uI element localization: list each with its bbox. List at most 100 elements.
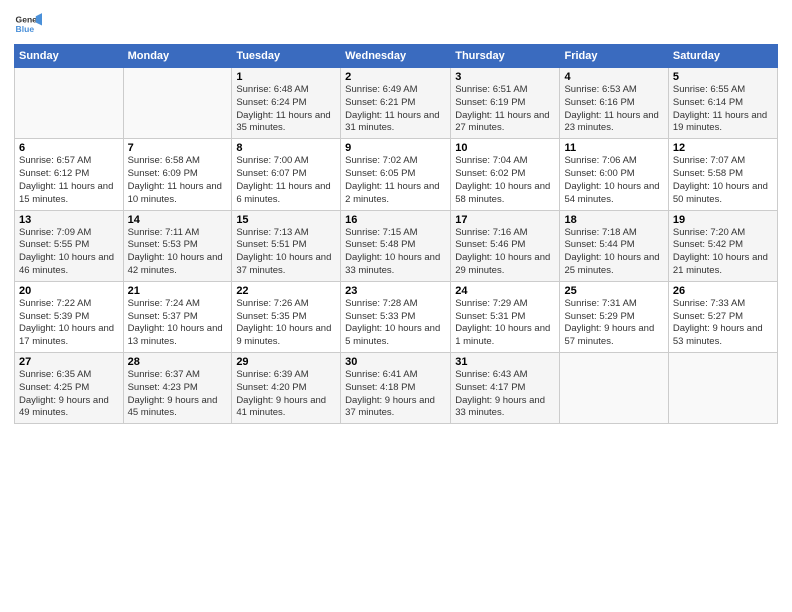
day-info: Sunrise: 6:55 AM Sunset: 6:14 PM Dayligh… xyxy=(673,84,773,135)
calendar-cell: 27Sunrise: 6:35 AM Sunset: 4:25 PM Dayli… xyxy=(15,353,124,424)
logo: General Blue xyxy=(14,10,42,38)
day-info: Sunrise: 6:58 AM Sunset: 6:09 PM Dayligh… xyxy=(128,155,228,206)
day-info: Sunrise: 7:28 AM Sunset: 5:33 PM Dayligh… xyxy=(345,298,446,349)
day-number: 4 xyxy=(564,71,663,83)
calendar-cell: 14Sunrise: 7:11 AM Sunset: 5:53 PM Dayli… xyxy=(123,210,232,281)
day-info: Sunrise: 7:31 AM Sunset: 5:29 PM Dayligh… xyxy=(564,298,663,349)
calendar-cell: 21Sunrise: 7:24 AM Sunset: 5:37 PM Dayli… xyxy=(123,281,232,352)
day-info: Sunrise: 7:16 AM Sunset: 5:46 PM Dayligh… xyxy=(455,227,555,278)
day-number: 29 xyxy=(236,356,336,368)
calendar-cell: 24Sunrise: 7:29 AM Sunset: 5:31 PM Dayli… xyxy=(451,281,560,352)
day-number: 10 xyxy=(455,142,555,154)
svg-text:Blue: Blue xyxy=(16,24,35,34)
calendar-cell xyxy=(15,68,124,139)
calendar-cell: 17Sunrise: 7:16 AM Sunset: 5:46 PM Dayli… xyxy=(451,210,560,281)
calendar-cell: 31Sunrise: 6:43 AM Sunset: 4:17 PM Dayli… xyxy=(451,353,560,424)
day-info: Sunrise: 6:48 AM Sunset: 6:24 PM Dayligh… xyxy=(236,84,336,135)
day-number: 14 xyxy=(128,214,228,226)
calendar-cell: 20Sunrise: 7:22 AM Sunset: 5:39 PM Dayli… xyxy=(15,281,124,352)
day-info: Sunrise: 7:26 AM Sunset: 5:35 PM Dayligh… xyxy=(236,298,336,349)
day-number: 1 xyxy=(236,71,336,83)
day-number: 16 xyxy=(345,214,446,226)
day-number: 20 xyxy=(19,285,119,297)
day-number: 8 xyxy=(236,142,336,154)
day-info: Sunrise: 6:49 AM Sunset: 6:21 PM Dayligh… xyxy=(345,84,446,135)
calendar-cell: 12Sunrise: 7:07 AM Sunset: 5:58 PM Dayli… xyxy=(668,139,777,210)
calendar-cell xyxy=(123,68,232,139)
day-number: 11 xyxy=(564,142,663,154)
weekday-header-friday: Friday xyxy=(560,45,668,68)
calendar-cell xyxy=(560,353,668,424)
day-info: Sunrise: 6:43 AM Sunset: 4:17 PM Dayligh… xyxy=(455,369,555,420)
day-info: Sunrise: 6:51 AM Sunset: 6:19 PM Dayligh… xyxy=(455,84,555,135)
day-info: Sunrise: 7:04 AM Sunset: 6:02 PM Dayligh… xyxy=(455,155,555,206)
day-info: Sunrise: 7:06 AM Sunset: 6:00 PM Dayligh… xyxy=(564,155,663,206)
day-number: 21 xyxy=(128,285,228,297)
weekday-header-tuesday: Tuesday xyxy=(232,45,341,68)
calendar-cell: 7Sunrise: 6:58 AM Sunset: 6:09 PM Daylig… xyxy=(123,139,232,210)
calendar-cell: 19Sunrise: 7:20 AM Sunset: 5:42 PM Dayli… xyxy=(668,210,777,281)
day-info: Sunrise: 6:57 AM Sunset: 6:12 PM Dayligh… xyxy=(19,155,119,206)
calendar-cell: 25Sunrise: 7:31 AM Sunset: 5:29 PM Dayli… xyxy=(560,281,668,352)
day-number: 24 xyxy=(455,285,555,297)
calendar-cell: 30Sunrise: 6:41 AM Sunset: 4:18 PM Dayli… xyxy=(341,353,451,424)
day-info: Sunrise: 7:29 AM Sunset: 5:31 PM Dayligh… xyxy=(455,298,555,349)
day-number: 25 xyxy=(564,285,663,297)
day-number: 22 xyxy=(236,285,336,297)
day-info: Sunrise: 6:37 AM Sunset: 4:23 PM Dayligh… xyxy=(128,369,228,420)
calendar-cell: 11Sunrise: 7:06 AM Sunset: 6:00 PM Dayli… xyxy=(560,139,668,210)
day-number: 30 xyxy=(345,356,446,368)
day-info: Sunrise: 7:22 AM Sunset: 5:39 PM Dayligh… xyxy=(19,298,119,349)
day-number: 19 xyxy=(673,214,773,226)
calendar-cell: 1Sunrise: 6:48 AM Sunset: 6:24 PM Daylig… xyxy=(232,68,341,139)
weekday-header-thursday: Thursday xyxy=(451,45,560,68)
calendar-cell: 26Sunrise: 7:33 AM Sunset: 5:27 PM Dayli… xyxy=(668,281,777,352)
calendar-cell: 15Sunrise: 7:13 AM Sunset: 5:51 PM Dayli… xyxy=(232,210,341,281)
day-number: 9 xyxy=(345,142,446,154)
day-number: 26 xyxy=(673,285,773,297)
day-info: Sunrise: 7:02 AM Sunset: 6:05 PM Dayligh… xyxy=(345,155,446,206)
day-info: Sunrise: 7:20 AM Sunset: 5:42 PM Dayligh… xyxy=(673,227,773,278)
day-info: Sunrise: 7:33 AM Sunset: 5:27 PM Dayligh… xyxy=(673,298,773,349)
day-info: Sunrise: 7:09 AM Sunset: 5:55 PM Dayligh… xyxy=(19,227,119,278)
calendar-cell xyxy=(668,353,777,424)
day-number: 28 xyxy=(128,356,228,368)
calendar-cell: 28Sunrise: 6:37 AM Sunset: 4:23 PM Dayli… xyxy=(123,353,232,424)
day-info: Sunrise: 7:11 AM Sunset: 5:53 PM Dayligh… xyxy=(128,227,228,278)
day-number: 12 xyxy=(673,142,773,154)
calendar-cell: 6Sunrise: 6:57 AM Sunset: 6:12 PM Daylig… xyxy=(15,139,124,210)
calendar-cell: 23Sunrise: 7:28 AM Sunset: 5:33 PM Dayli… xyxy=(341,281,451,352)
calendar-cell: 18Sunrise: 7:18 AM Sunset: 5:44 PM Dayli… xyxy=(560,210,668,281)
day-info: Sunrise: 7:18 AM Sunset: 5:44 PM Dayligh… xyxy=(564,227,663,278)
day-number: 23 xyxy=(345,285,446,297)
day-number: 15 xyxy=(236,214,336,226)
day-info: Sunrise: 7:13 AM Sunset: 5:51 PM Dayligh… xyxy=(236,227,336,278)
calendar-cell: 22Sunrise: 7:26 AM Sunset: 5:35 PM Dayli… xyxy=(232,281,341,352)
calendar-cell: 9Sunrise: 7:02 AM Sunset: 6:05 PM Daylig… xyxy=(341,139,451,210)
header: General Blue xyxy=(14,10,778,38)
day-number: 31 xyxy=(455,356,555,368)
weekday-header-wednesday: Wednesday xyxy=(341,45,451,68)
calendar-cell: 2Sunrise: 6:49 AM Sunset: 6:21 PM Daylig… xyxy=(341,68,451,139)
page: General Blue SundayMondayTuesdayWednesda… xyxy=(0,0,792,612)
weekday-header-sunday: Sunday xyxy=(15,45,124,68)
calendar-cell: 10Sunrise: 7:04 AM Sunset: 6:02 PM Dayli… xyxy=(451,139,560,210)
calendar-cell: 16Sunrise: 7:15 AM Sunset: 5:48 PM Dayli… xyxy=(341,210,451,281)
calendar-cell: 13Sunrise: 7:09 AM Sunset: 5:55 PM Dayli… xyxy=(15,210,124,281)
weekday-header-saturday: Saturday xyxy=(668,45,777,68)
day-number: 3 xyxy=(455,71,555,83)
day-number: 18 xyxy=(564,214,663,226)
calendar-cell: 8Sunrise: 7:00 AM Sunset: 6:07 PM Daylig… xyxy=(232,139,341,210)
calendar-cell: 4Sunrise: 6:53 AM Sunset: 6:16 PM Daylig… xyxy=(560,68,668,139)
calendar-table: SundayMondayTuesdayWednesdayThursdayFrid… xyxy=(14,44,778,424)
day-info: Sunrise: 7:07 AM Sunset: 5:58 PM Dayligh… xyxy=(673,155,773,206)
weekday-header-monday: Monday xyxy=(123,45,232,68)
day-info: Sunrise: 6:41 AM Sunset: 4:18 PM Dayligh… xyxy=(345,369,446,420)
day-info: Sunrise: 6:53 AM Sunset: 6:16 PM Dayligh… xyxy=(564,84,663,135)
day-number: 17 xyxy=(455,214,555,226)
day-number: 6 xyxy=(19,142,119,154)
day-info: Sunrise: 7:00 AM Sunset: 6:07 PM Dayligh… xyxy=(236,155,336,206)
day-number: 2 xyxy=(345,71,446,83)
calendar-cell: 5Sunrise: 6:55 AM Sunset: 6:14 PM Daylig… xyxy=(668,68,777,139)
day-number: 27 xyxy=(19,356,119,368)
